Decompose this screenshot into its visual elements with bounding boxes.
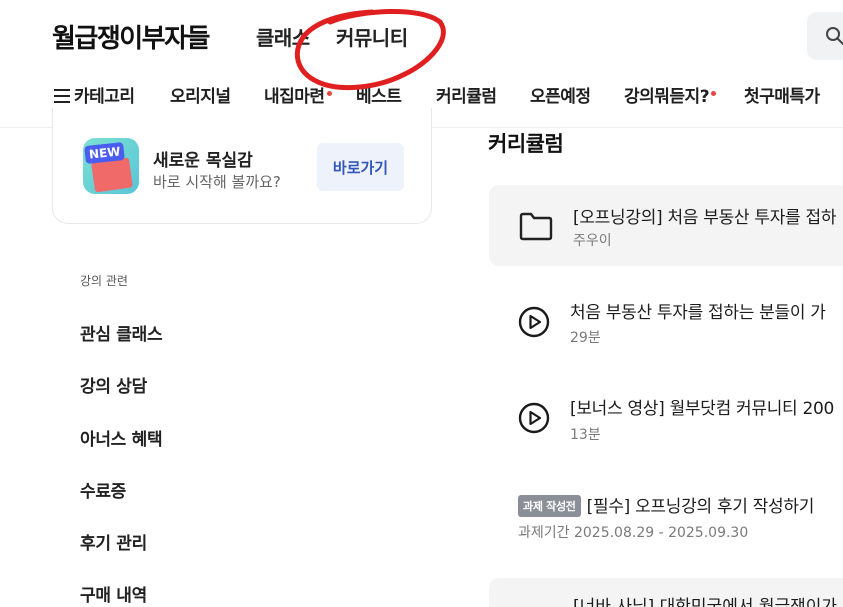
task-title: [필수] 오프닝강의 후기 작성하기 [586, 497, 815, 517]
goto-button[interactable]: 바로가기 [317, 143, 404, 191]
task-status-badge: 과제 작성전 [518, 495, 581, 517]
sidebar-item-purchases[interactable]: 구매 내역 [80, 581, 147, 606]
nav-community[interactable]: 커뮤니티 [336, 22, 408, 51]
subnav-upcoming[interactable]: 오픈예정 [530, 82, 591, 107]
promo-subtitle: 바로 시작해 볼까요? [153, 173, 281, 191]
new-dot-icon [326, 91, 332, 96]
curriculum-folder[interactable]: [오프닝강의] 처음 부동산 투자를 접하 주우이 [489, 185, 843, 266]
subnav-home[interactable]: 내집마련 [264, 82, 332, 107]
task-row[interactable]: 과제 작성전 [필수] 오프닝강의 후기 작성하기 [518, 492, 814, 517]
search-icon [826, 27, 843, 45]
subnav-first-sale[interactable]: 첫구매특가 [744, 82, 820, 107]
folder-title: [오프닝강의] 처음 부동산 투자를 접하 [573, 208, 837, 228]
task-period: 과제기간 2025.08.29 - 2025.09.30 [518, 525, 749, 541]
sidebar-item-reviews[interactable]: 후기 관리 [80, 529, 147, 554]
sidebar-item-certificate[interactable]: 수료증 [80, 477, 126, 502]
nav-class[interactable]: 클래스 [256, 22, 310, 51]
play-icon[interactable] [518, 402, 550, 434]
category-nav: 카테고리 오리지널 내집마련 베스트 커리큘럼 오픈예정 강의뭐듣지? 첫구매특… [0, 82, 843, 108]
sidebar-section-label: 강의 관련 [80, 274, 128, 288]
curriculum-folder-next[interactable]: [너바 사님] 대한민국에서 월급쟁이가 [489, 578, 843, 607]
promo-card: NEW 새로운 목실감 바로 시작해 볼까요? 바로가기 [52, 108, 432, 224]
folder-icon [519, 212, 553, 241]
subnav-recommend[interactable]: 강의뭐듣지? [624, 82, 717, 107]
play-icon[interactable] [518, 306, 550, 338]
folder-author: 주우이 [573, 233, 612, 249]
promo-title: 새로운 목실감 [153, 151, 253, 171]
menu-icon [54, 88, 72, 103]
video-duration: 13분 [570, 427, 601, 443]
curriculum-title: 커리큘럼 [488, 132, 564, 156]
new-badge-icon: NEW [83, 138, 139, 194]
new-dot-icon [711, 91, 717, 96]
search-box[interactable] [807, 12, 843, 60]
subnav-original[interactable]: 오리지널 [170, 82, 231, 107]
video-duration: 29분 [570, 330, 601, 346]
subnav-best[interactable]: 베스트 [356, 82, 402, 107]
video-title[interactable]: [보너스 영상] 월부닷컴 커뮤니티 200 [570, 394, 834, 419]
sidebar-item-favorites[interactable]: 관심 클래스 [80, 320, 163, 345]
site-logo[interactable]: 월급쟁이부자들 [52, 18, 210, 55]
subnav-curriculum[interactable]: 커리큘럼 [436, 82, 497, 107]
sidebar-item-consult[interactable]: 강의 상담 [80, 372, 147, 397]
video-title[interactable]: 처음 부동산 투자를 접하는 분들이 가 [570, 298, 826, 323]
sidebar-item-honors[interactable]: 아너스 혜택 [80, 425, 163, 450]
subnav-category[interactable]: 카테고리 [54, 82, 135, 107]
folder-title-next: [너바 사님] 대한민국에서 월급쟁이가 [573, 597, 838, 607]
